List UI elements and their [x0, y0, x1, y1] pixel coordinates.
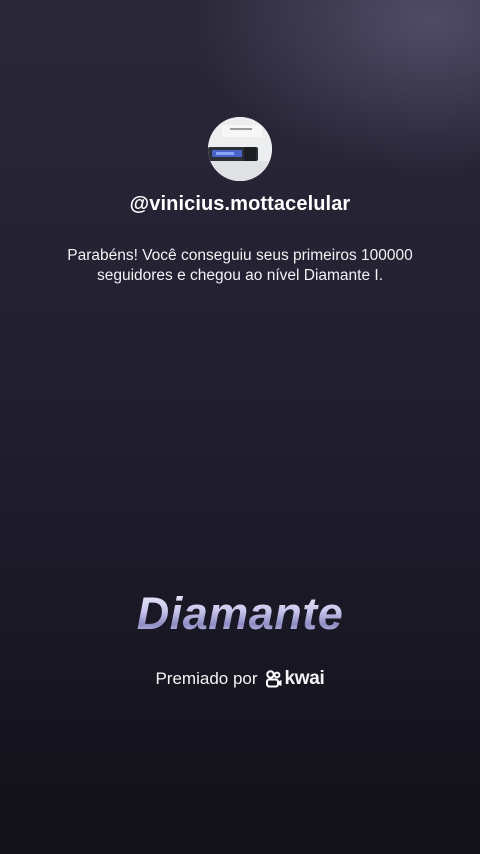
level-title: Diamante — [0, 588, 480, 640]
profile-section: @vinicius.mottacelular Parabéns! Você co… — [0, 117, 480, 285]
award-label: Premiado por — [155, 669, 258, 688]
brand-name: kwai — [284, 668, 325, 689]
avatar[interactable] — [208, 117, 272, 181]
avatar-image — [208, 117, 272, 181]
kwai-logo-icon — [265, 670, 282, 688]
screen: { "profile": { "username": "@vinicius.mo… — [0, 0, 480, 854]
brand: kwai — [265, 668, 325, 690]
award-line: Premiado por kwai — [0, 668, 480, 690]
congratulations-message: Parabéns! Você conseguiu seus primeiros … — [67, 247, 413, 284]
username[interactable]: @vinicius.mottacelular — [0, 193, 480, 216]
